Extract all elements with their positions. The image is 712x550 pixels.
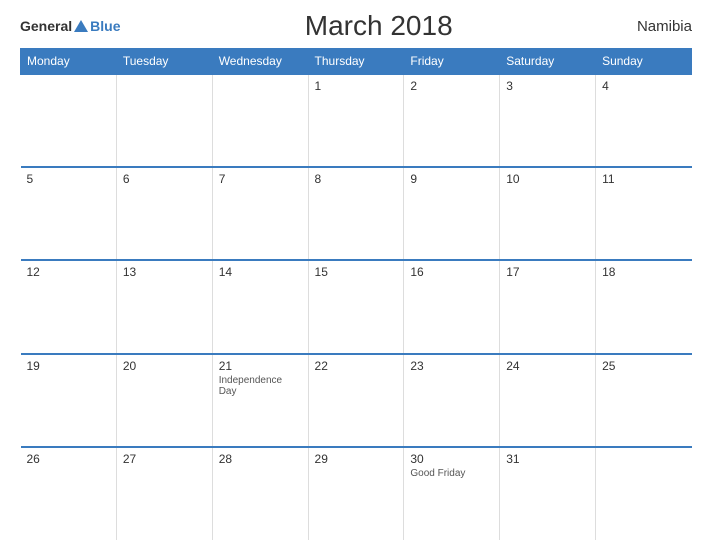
calendar-cell: 29 — [308, 447, 404, 540]
calendar-cell: 21 Independence Day — [212, 354, 308, 447]
calendar-cell: 2 — [404, 74, 500, 167]
day-number: 12 — [27, 265, 110, 279]
logo-general-text: General — [20, 18, 72, 34]
calendar-cell: 16 — [404, 260, 500, 353]
day-number: 23 — [410, 359, 493, 373]
calendar-cell — [596, 447, 692, 540]
day-number: 15 — [315, 265, 398, 279]
weekday-header-monday: Monday — [21, 49, 117, 75]
calendar-title: March 2018 — [305, 10, 453, 42]
day-number: 30 — [410, 452, 493, 466]
day-number: 13 — [123, 265, 206, 279]
calendar-cell: 7 — [212, 167, 308, 260]
calendar-header: General Blue March 2018 Namibia — [20, 10, 692, 42]
calendar-cell: 25 — [596, 354, 692, 447]
calendar-cell: 18 — [596, 260, 692, 353]
day-number: 29 — [315, 452, 398, 466]
day-number: 14 — [219, 265, 302, 279]
day-number: 26 — [27, 452, 110, 466]
day-number: 18 — [602, 265, 685, 279]
calendar-cell: 9 — [404, 167, 500, 260]
day-number: 11 — [602, 172, 685, 186]
day-number: 7 — [219, 172, 302, 186]
calendar-cell: 27 — [116, 447, 212, 540]
calendar-cell: 22 — [308, 354, 404, 447]
day-number: 31 — [506, 452, 589, 466]
calendar-cell — [21, 74, 117, 167]
calendar-cell: 26 — [21, 447, 117, 540]
weekday-header-wednesday: Wednesday — [212, 49, 308, 75]
day-number: 25 — [602, 359, 685, 373]
day-number: 27 — [123, 452, 206, 466]
calendar-cell: 4 — [596, 74, 692, 167]
day-number: 19 — [27, 359, 110, 373]
calendar-week-row: 1234 — [21, 74, 692, 167]
calendar-cell: 31 — [500, 447, 596, 540]
calendar-cell — [212, 74, 308, 167]
calendar-cell: 24 — [500, 354, 596, 447]
country-name: Namibia — [637, 18, 692, 35]
weekday-header-thursday: Thursday — [308, 49, 404, 75]
calendar-cell: 10 — [500, 167, 596, 260]
calendar-cell: 1 — [308, 74, 404, 167]
calendar-cell: 12 — [21, 260, 117, 353]
day-number: 5 — [27, 172, 110, 186]
weekday-header-saturday: Saturday — [500, 49, 596, 75]
calendar-cell: 13 — [116, 260, 212, 353]
day-number: 24 — [506, 359, 589, 373]
day-number: 16 — [410, 265, 493, 279]
calendar-cell: 14 — [212, 260, 308, 353]
day-number: 8 — [315, 172, 398, 186]
calendar-cell: 23 — [404, 354, 500, 447]
day-number: 22 — [315, 359, 398, 373]
logo: General Blue — [20, 18, 120, 34]
weekday-header-friday: Friday — [404, 49, 500, 75]
day-number: 9 — [410, 172, 493, 186]
calendar-cell: 6 — [116, 167, 212, 260]
calendar-week-row: 26 27 28 29 30 Good Friday 31 — [21, 447, 692, 540]
day-number: 6 — [123, 172, 206, 186]
calendar-cell: 15 — [308, 260, 404, 353]
holiday-label: Good Friday — [410, 468, 493, 479]
calendar-week-row: 56789 10 11 — [21, 167, 692, 260]
calendar-week-row: 19 20 21 Independence Day 22 23 24 25 — [21, 354, 692, 447]
day-number: 28 — [219, 452, 302, 466]
calendar-cell: 20 — [116, 354, 212, 447]
weekday-header-sunday: Sunday — [596, 49, 692, 75]
day-number: 21 — [219, 359, 302, 373]
weekday-header-tuesday: Tuesday — [116, 49, 212, 75]
day-number: 20 — [123, 359, 206, 373]
calendar-cell: 8 — [308, 167, 404, 260]
holiday-label: Independence Day — [219, 375, 302, 397]
day-number: 1 — [315, 79, 398, 93]
weekday-header-row: MondayTuesdayWednesdayThursdayFridaySatu… — [21, 49, 692, 75]
day-number: 2 — [410, 79, 493, 93]
calendar-cell: 3 — [500, 74, 596, 167]
day-number: 3 — [506, 79, 589, 93]
calendar-cell: 17 — [500, 260, 596, 353]
day-number: 17 — [506, 265, 589, 279]
calendar-cell: 30 Good Friday — [404, 447, 500, 540]
calendar-cell: 11 — [596, 167, 692, 260]
calendar-week-row: 12 13 14 15 16 17 18 — [21, 260, 692, 353]
calendar-cell: 28 — [212, 447, 308, 540]
logo-blue-text: Blue — [90, 18, 120, 34]
day-number: 10 — [506, 172, 589, 186]
calendar-cell: 5 — [21, 167, 117, 260]
calendar-table: MondayTuesdayWednesdayThursdayFridaySatu… — [20, 48, 692, 540]
logo-triangle-icon — [74, 20, 88, 32]
day-number: 4 — [602, 79, 685, 93]
calendar-cell — [116, 74, 212, 167]
calendar-cell: 19 — [21, 354, 117, 447]
